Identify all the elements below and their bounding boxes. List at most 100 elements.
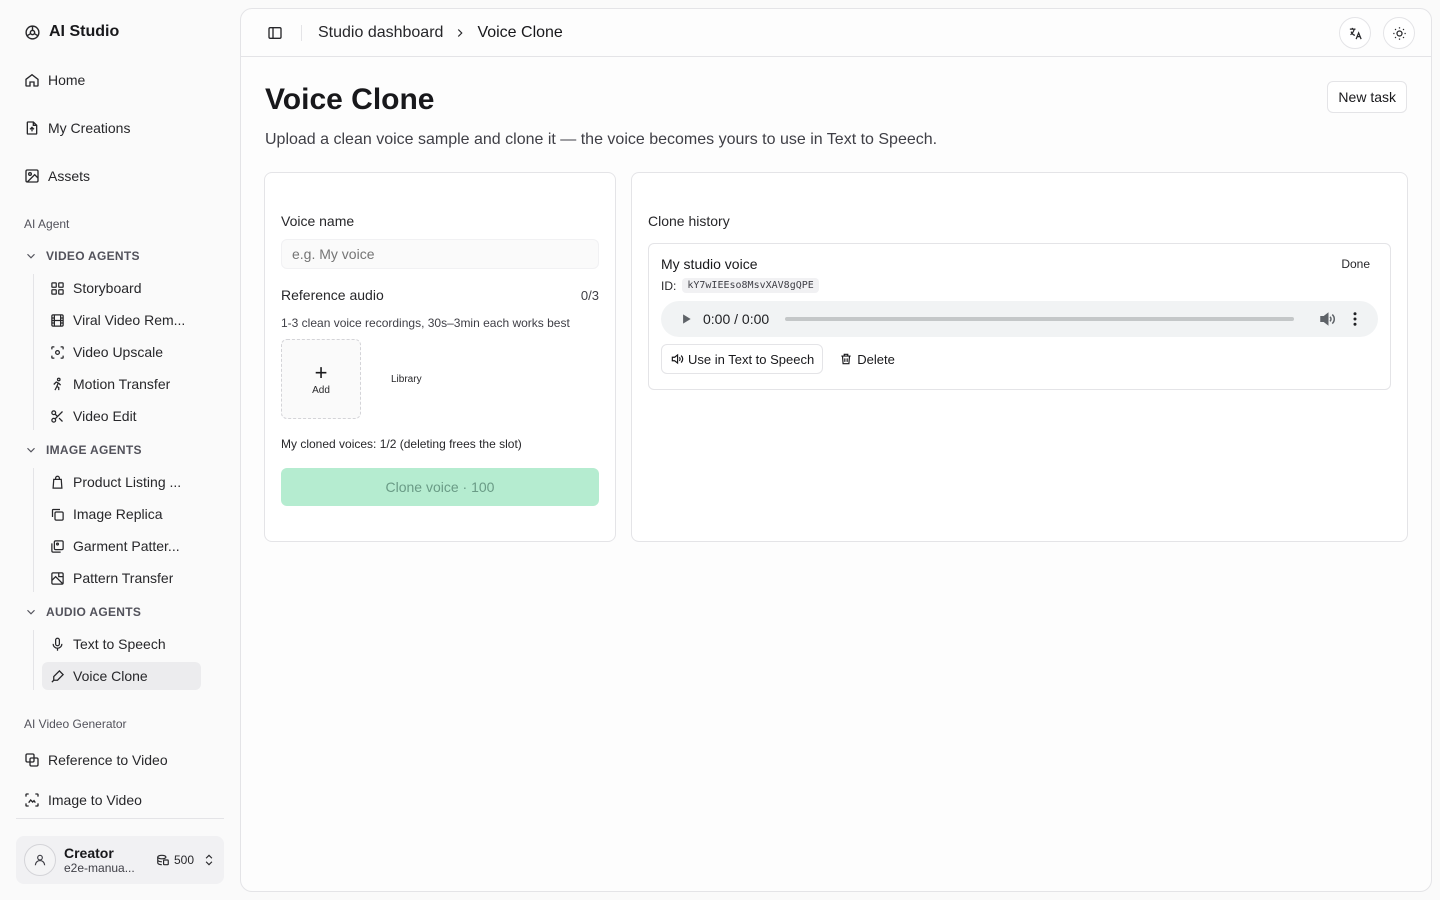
theme-toggle-button[interactable] bbox=[1383, 17, 1415, 49]
user-icon bbox=[34, 854, 46, 866]
nav-reference-to-video[interactable]: Reference to Video bbox=[16, 744, 224, 776]
page-description: Upload a clean voice sample and clone it… bbox=[265, 131, 938, 148]
reference-audio-header: Reference audio 0/3 bbox=[281, 287, 599, 303]
page-header: Voice Clone Upload a clean voice sample … bbox=[241, 57, 1431, 149]
clone-history-title: Clone history bbox=[648, 213, 730, 229]
nav-image-to-video[interactable]: Image to Video bbox=[16, 784, 224, 816]
history-item-name: My studio voice bbox=[661, 256, 758, 272]
play-icon[interactable] bbox=[679, 312, 693, 326]
speaker-icon bbox=[671, 353, 684, 365]
pattern-icon bbox=[51, 571, 64, 585]
sidebar-item-label: Storyboard bbox=[73, 280, 142, 296]
layers-icon bbox=[25, 753, 39, 767]
sidebar-item-product-listing[interactable]: Product Listing ... bbox=[42, 468, 201, 496]
main-nav: Home My Creations Assets bbox=[16, 64, 224, 192]
image-scan-icon bbox=[25, 793, 39, 807]
user-email: e2e-manua... bbox=[64, 861, 135, 875]
translate-icon bbox=[1349, 27, 1362, 39]
reference-audio-label: Reference audio bbox=[281, 287, 384, 303]
new-task-button[interactable]: New task bbox=[1327, 81, 1407, 113]
clone-voice-button[interactable]: Clone voice · 100 bbox=[281, 468, 599, 506]
reference-audio-hint: 1-3 clean voice recordings, 30s–3min eac… bbox=[281, 316, 570, 330]
topbar: Studio dashboard Voice Clone bbox=[241, 9, 1431, 57]
nav-home[interactable]: Home bbox=[16, 64, 224, 96]
group-audio-agents[interactable]: AUDIO AGENTS bbox=[16, 596, 224, 628]
film-icon bbox=[51, 313, 64, 327]
library-button[interactable]: Library bbox=[391, 374, 422, 385]
sidebar-item-video-edit[interactable]: Video Edit bbox=[42, 402, 201, 430]
avatar bbox=[24, 844, 56, 876]
file-icon bbox=[26, 121, 38, 135]
section-ai-agent: AI Agent bbox=[24, 217, 70, 231]
group-video-agents[interactable]: VIDEO AGENTS bbox=[16, 240, 224, 272]
add-audio-button[interactable]: + Add bbox=[281, 339, 361, 419]
scan-icon bbox=[51, 345, 64, 359]
group-image-agents-label: IMAGE AGENTS bbox=[46, 443, 142, 457]
group-audio-agents-label: AUDIO AGENTS bbox=[46, 605, 142, 619]
history-item-actions: Use in Text to Speech Delete bbox=[661, 344, 1378, 374]
chevron-right-icon bbox=[458, 28, 464, 37]
sidebar-item-text-to-speech[interactable]: Text to Speech bbox=[42, 630, 201, 658]
image-agents-list: Product Listing ... Image Replica Garmen… bbox=[33, 468, 224, 592]
sidebar-item-image-replica[interactable]: Image Replica bbox=[42, 500, 201, 528]
section-ai-video-generator: AI Video Generator bbox=[24, 717, 127, 731]
brand[interactable]: AI Studio bbox=[16, 16, 224, 48]
use-in-tts-label: Use in Text to Speech bbox=[688, 351, 815, 367]
sidebar-item-storyboard[interactable]: Storyboard bbox=[42, 274, 201, 302]
delete-label: Delete bbox=[857, 351, 895, 367]
home-icon bbox=[25, 73, 39, 87]
credits-value: 500 bbox=[173, 853, 194, 867]
use-in-tts-button[interactable]: Use in Text to Speech bbox=[661, 344, 824, 374]
nav-image-to-video-label: Image to Video bbox=[48, 792, 142, 808]
grid-icon bbox=[51, 281, 64, 295]
id-label: ID: bbox=[661, 278, 677, 293]
voice-quota: My cloned voices: 1/2 (deleting frees th… bbox=[281, 437, 522, 451]
trash-icon bbox=[841, 353, 851, 365]
id-value: kY7wIEEso8MsvXAV8gQPE bbox=[682, 278, 819, 293]
sidebar-item-label: Product Listing ... bbox=[73, 474, 182, 490]
more-vertical-icon[interactable] bbox=[1346, 310, 1364, 328]
sidebar-item-viral-video[interactable]: Viral Video Rem... bbox=[42, 306, 201, 334]
breadcrumb-root[interactable]: Studio dashboard bbox=[318, 24, 443, 42]
sidebar-item-motion-transfer[interactable]: Motion Transfer bbox=[42, 370, 201, 398]
sidebar-item-label: Viral Video Rem... bbox=[73, 312, 186, 328]
sidebar-item-label: Text to Speech bbox=[73, 636, 166, 652]
content-panels: Voice name Reference audio 0/3 1-3 clean… bbox=[264, 172, 1408, 542]
mic-pen-icon bbox=[51, 669, 65, 683]
nav-assets[interactable]: Assets bbox=[16, 160, 224, 192]
shopping-bag-icon bbox=[52, 475, 63, 489]
breadcrumb: Studio dashboard Voice Clone bbox=[318, 24, 563, 42]
sidebar: AI Studio Home My Creations Assets AI Ag… bbox=[0, 0, 240, 900]
voice-name-input[interactable] bbox=[281, 239, 599, 269]
audio-time: 0:00 / 0:00 bbox=[703, 311, 770, 327]
chevron-down-icon bbox=[27, 253, 35, 259]
volume-icon[interactable] bbox=[1318, 310, 1336, 328]
nav-my-creations[interactable]: My Creations bbox=[16, 112, 224, 144]
reference-audio-count: 0/3 bbox=[580, 287, 599, 303]
language-button[interactable] bbox=[1339, 17, 1371, 49]
sidebar-toggle-button[interactable] bbox=[265, 23, 285, 43]
sidebar-item-label: Motion Transfer bbox=[73, 376, 171, 392]
group-image-agents[interactable]: IMAGE AGENTS bbox=[16, 434, 224, 466]
history-item-id: ID: kY7wIEEso8MsvXAV8gQPE bbox=[661, 278, 1378, 293]
user-info: Creator e2e-manua... bbox=[64, 845, 148, 875]
sidebar-item-garment-pattern[interactable]: Garment Patter... bbox=[42, 532, 201, 560]
audio-progress-track[interactable] bbox=[785, 317, 1294, 321]
add-audio-label: Add bbox=[312, 384, 330, 396]
nav-my-creations-label: My Creations bbox=[48, 120, 131, 136]
images-icon bbox=[51, 539, 64, 553]
app-name: AI Studio bbox=[49, 23, 120, 40]
sidebar-divider bbox=[16, 818, 224, 819]
delete-button[interactable]: Delete bbox=[839, 352, 895, 367]
scissors-icon bbox=[51, 409, 63, 423]
group-video-agents-label: VIDEO AGENTS bbox=[46, 249, 140, 263]
sidebar-item-label: Garment Patter... bbox=[73, 538, 180, 554]
credits: 500 bbox=[156, 853, 194, 867]
copy-icon bbox=[51, 508, 64, 521]
sidebar-item-video-upscale[interactable]: Video Upscale bbox=[42, 338, 201, 366]
topbar-separator bbox=[301, 24, 302, 41]
sidebar-item-voice-clone[interactable]: Voice Clone bbox=[42, 662, 201, 690]
panel-left-icon bbox=[268, 26, 282, 39]
user-menu[interactable]: Creator e2e-manua... 500 bbox=[16, 836, 224, 884]
sidebar-item-pattern-transfer[interactable]: Pattern Transfer bbox=[42, 564, 201, 592]
